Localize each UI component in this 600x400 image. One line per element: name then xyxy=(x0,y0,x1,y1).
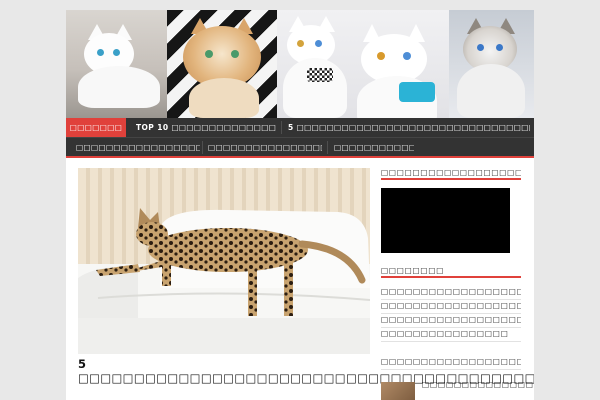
nav-row-primary: □□□□□□□ TOP 10 □□□□□□□□□□□□□□□□□□□□□□□□□… xyxy=(66,118,534,137)
serval-cat-photo xyxy=(78,168,370,354)
sidebar-divider xyxy=(381,327,521,328)
sidebar-heading-underline xyxy=(381,178,521,180)
sidebar-divider xyxy=(381,313,521,314)
page-wrapper: □□□□□□□ TOP 10 □□□□□□□□□□□□□□□□□□□□□□□□□… xyxy=(66,10,534,400)
nav-item-home[interactable]: □□□□□□□ xyxy=(66,118,126,137)
main-navigation: □□□□□□□ TOP 10 □□□□□□□□□□□□□□□□□□□□□□□□□… xyxy=(66,118,534,156)
nav-divider xyxy=(327,141,328,154)
nav-accent-line xyxy=(66,156,534,158)
sidebar-heading-underline xyxy=(381,276,521,278)
banner-photo-fluffy-cat xyxy=(167,10,277,118)
nav-item-top10[interactable]: TOP 10 □□□□□□□□□□□□□□□□□□□□□□□□□□ xyxy=(136,118,276,137)
nav-item-category-1[interactable]: □□□□□□□□□□□□□□□□□□□□□□□□□ xyxy=(76,138,200,157)
sidebar-divider xyxy=(381,369,521,370)
nav-divider xyxy=(281,121,282,134)
banner-photo-ragdoll-cat xyxy=(449,10,534,118)
sidebar-link[interactable]: □□□□□□□□□□□□□□□□□□□□□□ xyxy=(381,357,521,366)
embedded-video-player[interactable] xyxy=(381,188,510,253)
sidebar-link[interactable]: □□□□□□□□□□□□□□□□□□ xyxy=(381,287,521,296)
nav-row-secondary: □□□□□□□□□□□□□□□□□ □□□□□□□□ □□□□□□□ □□□□□□□… xyxy=(66,137,534,156)
banner-photo-two-white-cats xyxy=(277,10,449,118)
nav-item-category-3[interactable]: □□□□□□□□□□□□□□ xyxy=(334,138,414,157)
post-title-link[interactable]: 5 □□□□□□□□□□□□□□□□□□□□□□□□□□□□□□□□□□□□□□… xyxy=(78,357,534,385)
sidebar-divider xyxy=(381,299,521,300)
sidebar-divider xyxy=(381,341,521,342)
sidebar-link[interactable]: □□□□□□□□□□□□□□□□ xyxy=(381,329,521,338)
header-banner[interactable] xyxy=(66,10,534,118)
banner-photo-white-cat xyxy=(66,10,167,118)
featured-post-image[interactable] xyxy=(78,168,370,354)
sidebar-link[interactable]: □□□□□□□□□□□□□□□□□□□□□□ xyxy=(381,301,521,310)
recent-post-title[interactable]: □□□□□□□□□□□□□□□□□□□□□□□□ xyxy=(422,380,534,389)
sidebar-link[interactable]: □□□□□□□□□□□□□□□□□□□ xyxy=(381,315,521,324)
recent-post-thumbnail[interactable] xyxy=(381,382,415,400)
nav-item-category-2[interactable]: □□□□□□□□□□□□□□□□□□□□□□ xyxy=(208,138,322,157)
nav-item-five[interactable]: 5 □□□□□□□□□□□□□□□□□□□□□□□□□□□□□□□□□□□□□□… xyxy=(288,118,530,137)
nav-divider xyxy=(202,141,203,154)
sidebar-video-heading: □□□□□□□□□□□□□□□□□□ xyxy=(381,168,521,177)
sidebar-links-heading: □□□□□□□□ xyxy=(381,266,445,275)
